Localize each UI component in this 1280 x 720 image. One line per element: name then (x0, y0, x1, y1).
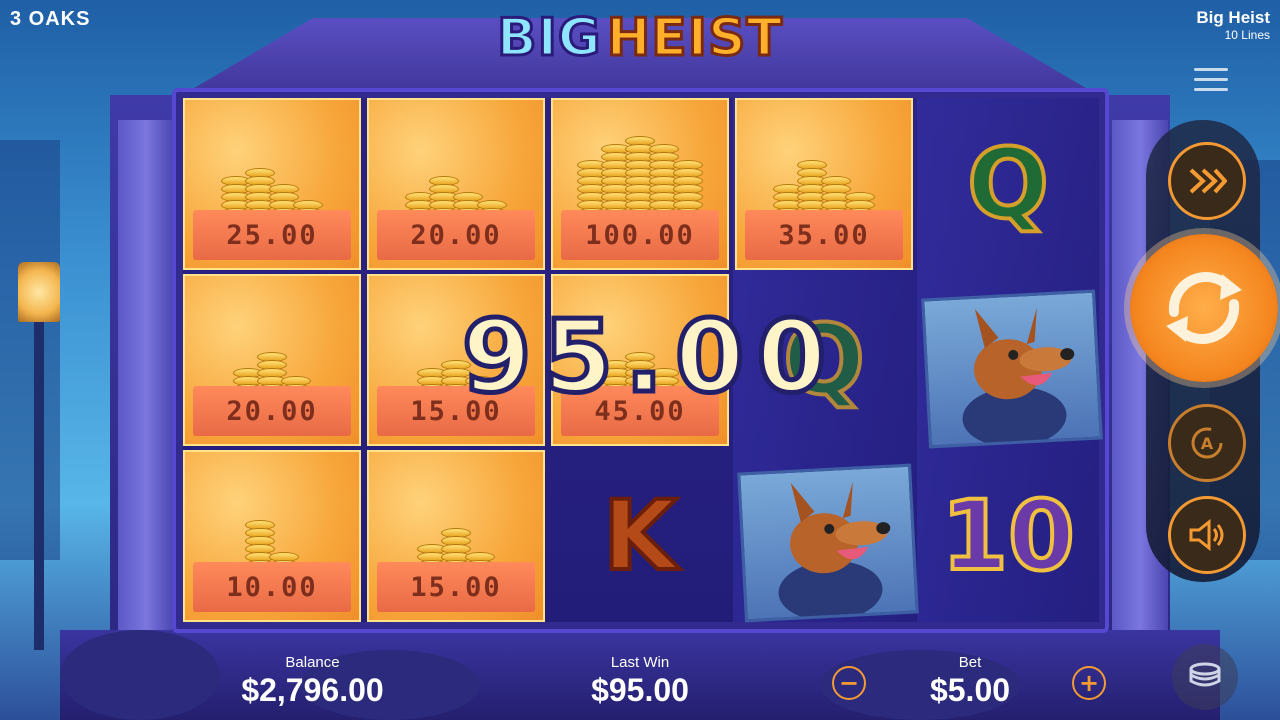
tile-value: 25.00 (226, 219, 318, 251)
symbol-q: Q (965, 126, 1051, 242)
tile-value: 20.00 (226, 395, 318, 427)
decrease-bet-button[interactable]: − (832, 666, 866, 700)
symbol-k: K (601, 478, 679, 594)
cash-tile: 20.00 (367, 98, 545, 270)
bet-value: $5.00 (929, 672, 1011, 708)
fast-forward-icon (1189, 168, 1227, 194)
tile-value: 15.00 (410, 571, 502, 603)
logo-big-text: BIG (495, 7, 602, 70)
last-win-display: Last Win $95.00 (540, 654, 740, 709)
sound-button[interactable] (1168, 496, 1246, 574)
game-logo: BIG HEIST (480, 7, 800, 78)
win-amount-overlay: 95.00 (459, 298, 839, 415)
dog-symbol-icon (921, 289, 1103, 449)
game-lines: 10 Lines (1224, 28, 1270, 42)
coin-stack-icon (185, 138, 359, 218)
coin-stack-icon (369, 490, 543, 570)
last-win-label: Last Win (610, 654, 670, 671)
tile-value: 10.00 (226, 571, 318, 603)
coin-stack-icon (185, 490, 359, 570)
symbol-ten: 10 (939, 478, 1077, 594)
svg-text:A: A (1201, 434, 1214, 453)
game-title: Big Heist (1196, 8, 1270, 27)
tile-value: 20.00 (410, 219, 502, 251)
bet-label: Bet (958, 654, 982, 671)
cash-tile: 10.00 (183, 450, 361, 622)
autoplay-button[interactable]: A (1168, 404, 1246, 482)
logo-heist-text: HEIST (605, 7, 784, 70)
tile-value: 100.00 (585, 219, 695, 251)
left-column (118, 120, 174, 640)
cash-tile: 25.00 (183, 98, 361, 270)
cash-tile: 20.00 (183, 274, 361, 446)
spin-icon (1166, 272, 1242, 344)
autoplay-icon: A (1191, 427, 1223, 459)
balance-value: $2,796.00 (241, 672, 384, 708)
turbo-button[interactable] (1168, 142, 1246, 220)
cash-tile: 15.00 (367, 450, 545, 622)
tile-value: 35.00 (778, 219, 870, 251)
dog-symbol-icon (737, 463, 919, 623)
street-lamp-post (34, 270, 44, 650)
coin-stack-icon (1189, 662, 1221, 687)
balance-label: Balance (285, 654, 340, 671)
game-info: Big Heist 10 Lines (1196, 8, 1270, 42)
balance-display: Balance $2,796.00 (200, 654, 425, 709)
street-lamp-icon (18, 262, 60, 322)
coin-stack-icon (369, 138, 543, 218)
coin-stack-icon (737, 138, 911, 218)
speaker-icon (1189, 519, 1224, 551)
last-win-value: $95.00 (591, 672, 689, 708)
cash-tile: 100.00 (551, 98, 729, 270)
coin-stack-icon (553, 136, 727, 218)
menu-icon[interactable] (1194, 68, 1228, 92)
bet-display: Bet $5.00 (890, 654, 1050, 709)
brand-name: 3 OAKS (10, 8, 91, 30)
spin-button[interactable] (1130, 234, 1278, 382)
cash-tile: 35.00 (735, 98, 913, 270)
increase-bet-button[interactable]: + (1072, 666, 1106, 700)
coin-stack-icon (185, 314, 359, 394)
bet-settings-button[interactable] (1172, 644, 1238, 710)
